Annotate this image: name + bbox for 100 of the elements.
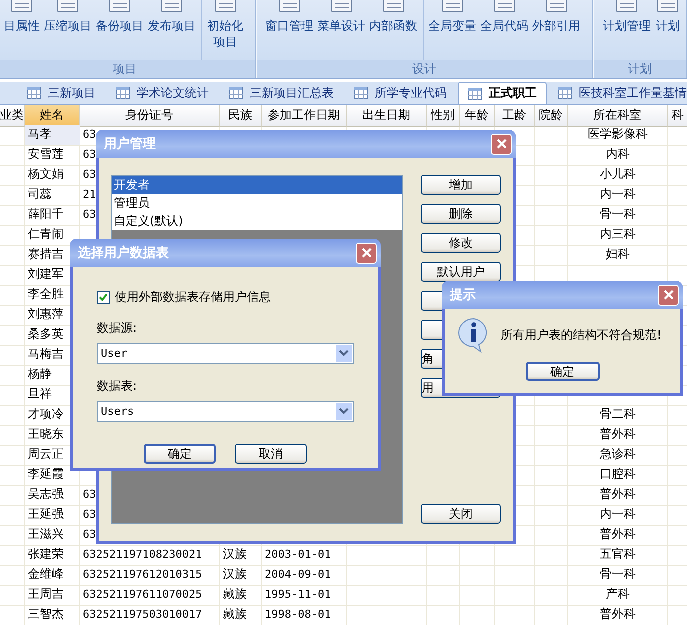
document-icon [328,0,355,14]
table-cell: 普外科 [600,607,636,621]
list-item[interactable]: 开发者 [112,176,402,194]
column-header[interactable]: 工龄 [495,105,535,127]
table-cell: 口腔科 [600,467,636,481]
column-header[interactable]: 参加工作日期 [262,105,347,127]
ribbon-button[interactable]: 全局代码 [480,0,530,58]
checkbox[interactable] [97,291,110,304]
group-label: 项目 [0,60,255,78]
dialog-button[interactable]: 删除 [421,204,501,224]
table-cell-text: 薛阳千 [27,206,65,223]
ribbon-button[interactable]: 内部函数 [368,0,419,58]
table-cell-text: 杨静 [27,366,53,383]
document-icon [380,0,407,14]
tab[interactable]: 所学专业代码 [345,82,456,104]
ok-button[interactable]: 确定 [526,362,600,381]
table-cell: 急诊科 [600,447,636,461]
table-cell-text: 刘建军 [27,266,65,283]
table-cell: 五官科 [600,547,636,561]
ribbon-button[interactable]: 目属性 [3,0,41,58]
table-cell-text: 王滋兴 [27,526,65,543]
table-cell: 内科 [606,147,630,161]
table-cell-text: 吴志强 [27,486,65,503]
table-cell-text: 李全胜 [27,286,65,303]
table-icon [558,87,572,99]
table-cell: 藏族 [223,607,247,621]
document-icon [107,0,133,14]
column-header[interactable]: 业类 [0,105,25,127]
table-cell: 63 [83,508,96,521]
chevron-down-icon [336,345,352,362]
table-cell: 632521197611070025 [83,588,202,601]
column-header[interactable]: 性别 [427,105,460,127]
table-cell-text: 王周吉 [27,586,65,603]
ribbon-button[interactable]: 菜单设计 [316,0,367,58]
table-cell: 63 [83,208,96,221]
table-icon [27,87,41,99]
close-icon [496,138,508,150]
column-header[interactable]: 院龄 [535,105,568,127]
tab[interactable]: 医技科室工作量基情 [549,82,687,104]
document-icon [159,0,185,14]
table-cell-text: 桑多英 [27,326,65,343]
document-icon [544,0,570,14]
column-header[interactable]: 出生日期 [347,105,427,127]
ribbon-button[interactable]: 发布项目 [147,0,197,58]
document-icon [614,0,640,14]
table-cell-text: 旦祥 [27,386,53,403]
table-cell: 63 [83,168,96,181]
table-cell: 1998-08-01 [265,608,332,621]
document-icon [212,0,238,14]
message-text: 所有用户表的结构不符合规范! [501,326,662,344]
table-cell: 内三科 [600,227,636,241]
table-cell-text: 赛措吉 [27,246,65,263]
ribbon-button[interactable]: 压缩项目 [43,0,93,58]
table-cell: 普外科 [600,527,636,541]
table-icon [354,87,368,99]
column-header[interactable]: 所在科室 [568,105,668,127]
field-label: 数据表: [97,378,138,395]
table-cell: 63 [83,148,96,161]
table-icon [116,87,130,99]
ribbon-button[interactable]: 窗口管理 [264,0,315,58]
ribbon-button[interactable]: 全局变量 [428,0,478,58]
ribbon-button[interactable]: 初始化项目 [206,0,245,58]
document-icon [492,0,518,14]
dialog-button[interactable]: 确定 [144,444,216,464]
dialog-button[interactable]: 默认用户 [421,262,501,282]
tab[interactable]: 正式职工 [458,82,547,104]
column-header[interactable]: 年龄 [460,105,495,127]
document-icon [276,0,303,14]
dialog-button[interactable]: 增加 [421,175,501,195]
table-cell: 汉族 [223,567,247,581]
list-item[interactable]: 自定义(默认) [112,212,402,230]
dialog-button[interactable]: 修改 [421,233,501,253]
ribbon-button[interactable]: 外部引用 [532,0,582,58]
close-button[interactable] [356,242,377,264]
ribbon-button[interactable]: 计划 [654,0,682,58]
table-cell: 632521197108230021 [83,548,202,561]
table-cell: 产科 [606,587,630,601]
dialog-button[interactable]: 取消 [235,444,307,464]
column-header[interactable]: 民族 [220,105,262,127]
list-item[interactable]: 管理员 [112,194,402,212]
column-header[interactable]: 科 [668,105,687,127]
table-cell: 内一科 [600,507,636,521]
document-icon [440,0,466,14]
table-cell: 汉族 [223,547,247,561]
ribbon-button[interactable]: 计划管理 [602,0,652,58]
table-cell: 普外科 [600,427,636,441]
column-header[interactable]: 姓名 [25,105,80,127]
group-label: 计划 [594,60,686,78]
close-button[interactable] [658,284,679,306]
dropdown-field[interactable]: User [97,343,354,364]
ribbon-button[interactable]: 备份项目 [95,0,145,58]
close-dialog-button[interactable]: 关闭 [421,504,501,524]
document-icon [55,0,81,14]
dropdown-field[interactable]: Users [97,401,354,422]
tab[interactable]: 学术论文统计 [107,82,218,104]
tab[interactable]: 三新项目汇总表 [220,82,343,104]
table-cell-text: 金维峰 [27,566,65,583]
table-cell: 632521197503010017 [83,608,202,621]
tab[interactable]: 三新项目 [18,82,105,104]
column-header[interactable]: 身份证号 [80,105,220,127]
